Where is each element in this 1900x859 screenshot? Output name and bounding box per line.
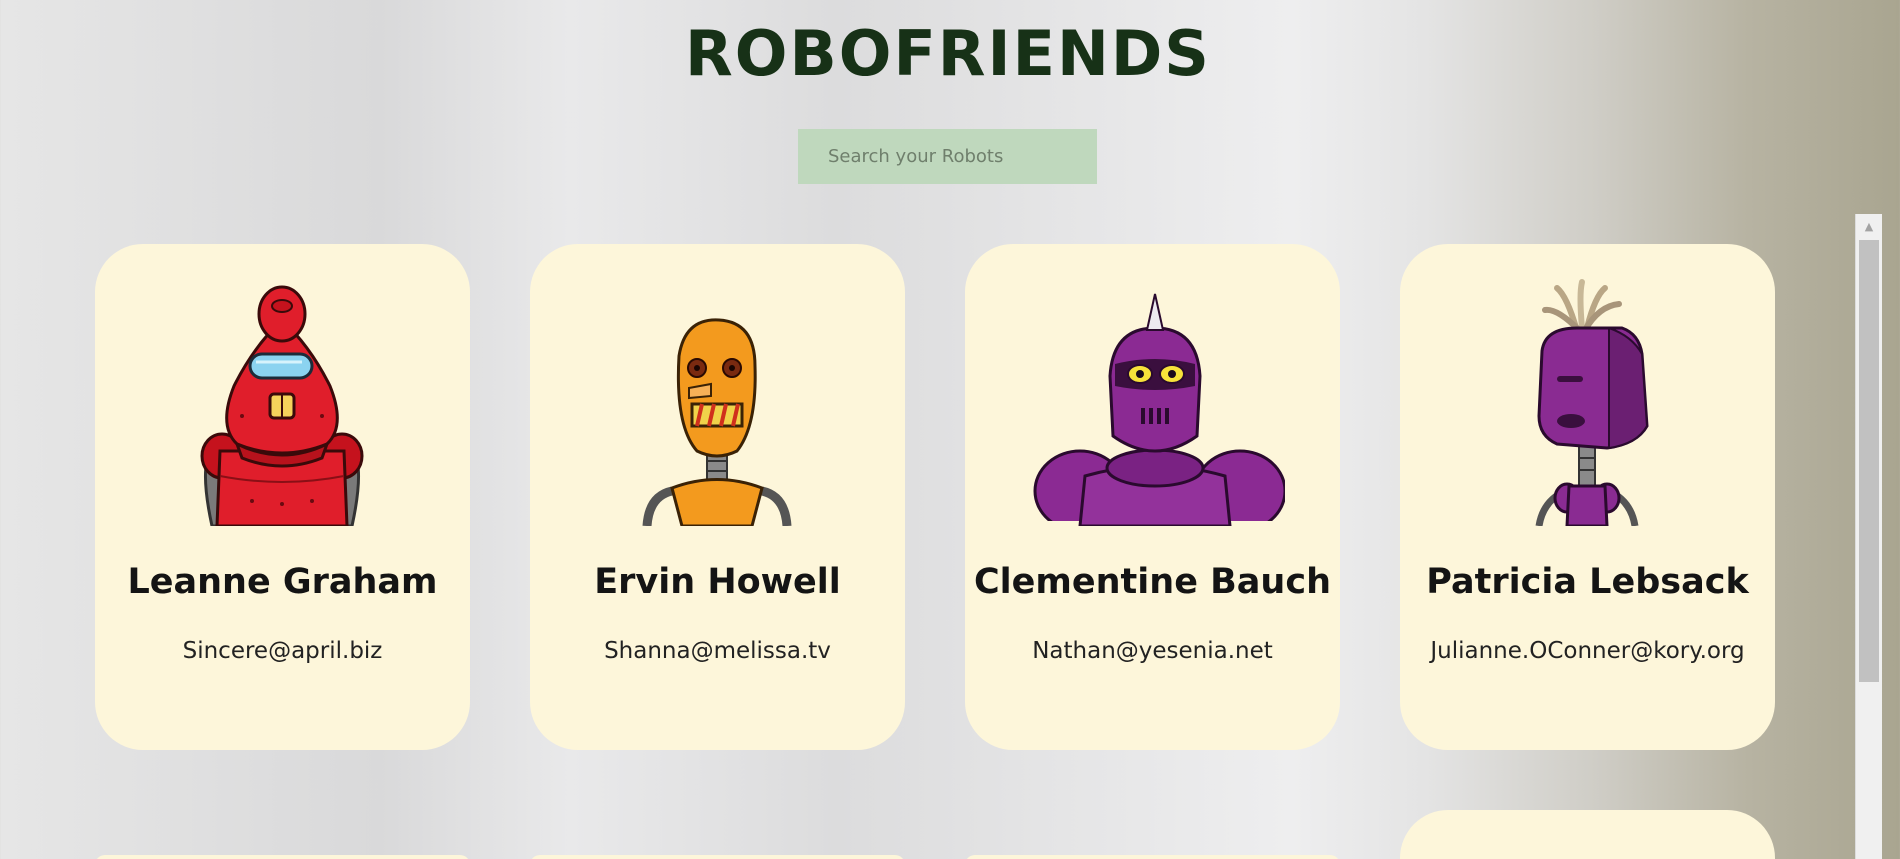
scroll-up-arrow-icon[interactable]: ▲ (1856, 214, 1882, 238)
scrollbar-thumb[interactable] (1859, 240, 1879, 682)
orange-robot-avatar (617, 276, 817, 526)
robot-card[interactable] (1400, 810, 1775, 859)
robot-card[interactable] (95, 855, 470, 859)
page-title: ROBOFRIENDS (685, 17, 1211, 90)
robot-name: Leanne Graham (127, 562, 438, 602)
robot-card[interactable]: Ervin Howell Shanna@melissa.tv (530, 244, 905, 750)
robot-card[interactable] (530, 855, 905, 859)
scrollbar[interactable]: ▲ (1855, 214, 1882, 859)
robot-email: Julianne.OConner@kory.org (1430, 638, 1745, 664)
robot-card[interactable] (965, 855, 1340, 859)
robot-email: Shanna@melissa.tv (604, 638, 831, 664)
robot-email: Nathan@yesenia.net (1032, 638, 1273, 664)
search-input[interactable] (798, 129, 1097, 184)
red-robot-avatar (182, 276, 382, 526)
purple-robot-avatar (1025, 276, 1285, 526)
robot-name: Patricia Lebsack (1426, 562, 1749, 602)
robot-name: Clementine Bauch (974, 562, 1331, 602)
robot-card[interactable]: Leanne Graham Sincere@april.biz (95, 244, 470, 750)
robot-card[interactable]: Clementine Bauch Nathan@yesenia.net (965, 244, 1340, 750)
robot-email: Sincere@april.biz (182, 638, 383, 664)
robot-card[interactable]: Patricia Lebsack Julianne.OConner@kory.o… (1400, 244, 1775, 750)
robot-name: Ervin Howell (594, 562, 841, 602)
purple-robot-avatar (1487, 276, 1687, 526)
